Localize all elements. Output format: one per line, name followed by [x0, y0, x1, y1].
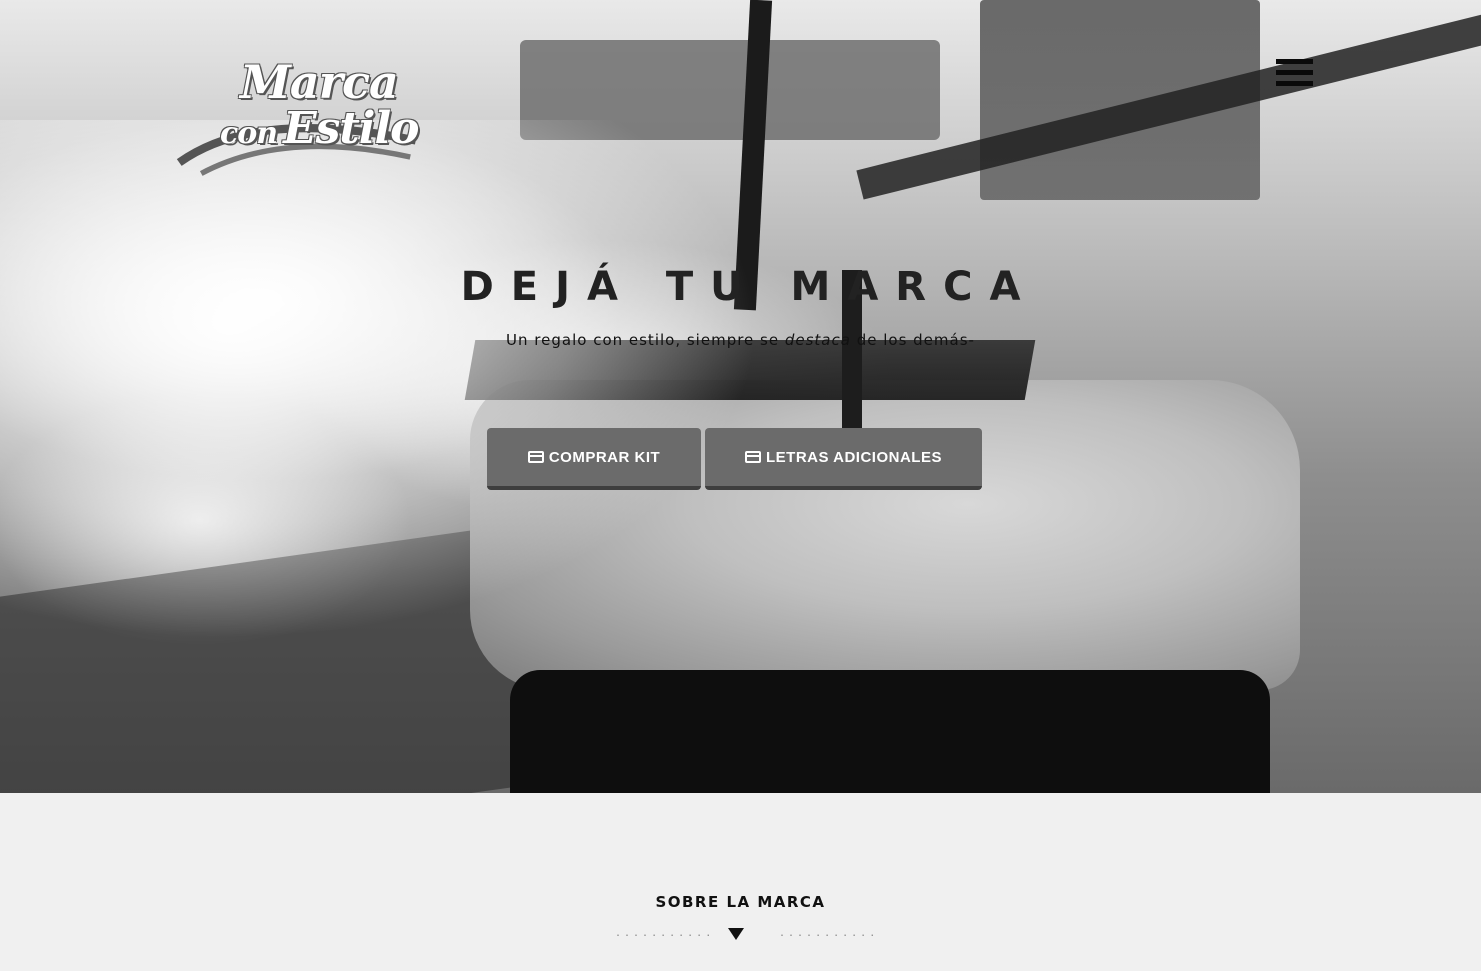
hero-section: Marca con Estilo DEJÁ TU MARCA Un regalo …	[0, 0, 1481, 793]
comprar-kit-label: COMPRAR KIT	[548, 448, 661, 466]
menu-bar	[1276, 59, 1313, 64]
logo-text-estilo: Estilo	[283, 103, 419, 154]
letras-adicionales-button[interactable]: LETRAS ADICIONALES	[705, 428, 982, 490]
logo-text-con: con	[220, 116, 278, 151]
credit-card-icon	[527, 451, 544, 463]
hero-title: DEJÁ TU MARCA	[460, 264, 1038, 310]
hamburger-menu-icon[interactable]	[1276, 59, 1313, 87]
menu-bar	[1276, 70, 1313, 75]
triangle-down-icon[interactable]	[728, 928, 744, 940]
menu-bar	[1276, 81, 1313, 86]
background-photo-shape	[510, 670, 1270, 793]
letras-adicionales-label: LETRAS ADICIONALES	[766, 448, 942, 466]
site-logo[interactable]: Marca con Estilo	[165, 55, 430, 176]
comprar-kit-button[interactable]: COMPRAR KIT	[487, 428, 701, 490]
hero-subtitle: Un regalo con estilo, siempre se destaca…	[0, 331, 1481, 349]
hero-subtitle-emphasis: destaca	[784, 331, 851, 349]
logo-text-con-estilo: con Estilo	[220, 103, 420, 154]
dotted-divider-left: ...........	[615, 928, 715, 939]
section-title: SOBRE LA MARCA	[655, 893, 826, 911]
background-photo-smoke	[0, 120, 760, 640]
hero-subtitle-part: de los demás-	[850, 331, 975, 349]
dotted-divider-right: ...........	[779, 928, 879, 939]
hero-subtitle-part: Un regalo con estilo, siempre se	[506, 331, 785, 349]
logo-text-marca: Marca	[240, 55, 399, 109]
credit-card-icon	[745, 451, 762, 463]
